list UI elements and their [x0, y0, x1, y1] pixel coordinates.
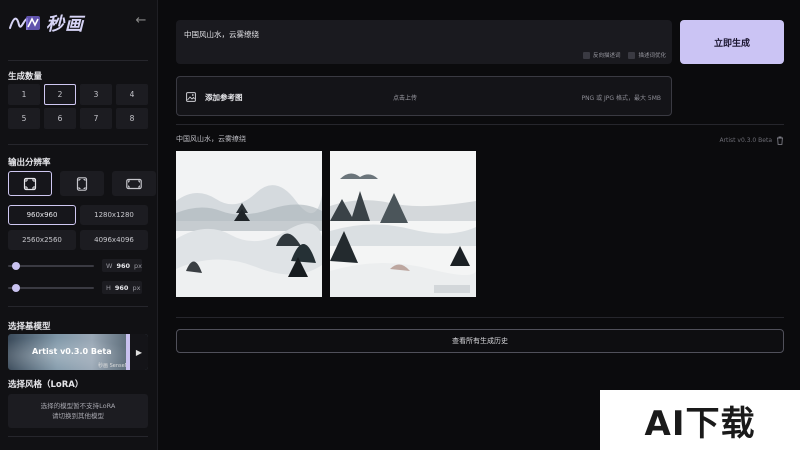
negative-prompt-label: 反向描述词: [592, 53, 621, 59]
lora-notice: 选择的模型暂不支持LoRA 请切换到其他模型: [8, 394, 148, 428]
count-option-7[interactable]: 7: [80, 108, 112, 129]
negative-prompt-option[interactable]: 反向描述词: [582, 51, 621, 59]
result-image[interactable]: [330, 151, 476, 297]
result-prompt: 中国风山水，云雾缭绕: [176, 135, 246, 143]
resolution-option[interactable]: 1280x1280: [80, 205, 148, 225]
aspect-portrait-button[interactable]: [60, 171, 104, 196]
square-icon: [23, 177, 37, 190]
model-selector[interactable]: Artist v0.3.0 Beta 秒画 SenseMirage ▶: [8, 334, 148, 370]
lora-notice-line: 选择的模型暂不支持LoRA: [40, 402, 116, 410]
history-button[interactable]: 查看所有生成历史: [176, 329, 784, 353]
checkbox-icon[interactable]: [582, 51, 590, 59]
count-option-8[interactable]: 8: [116, 108, 148, 129]
count-option-6[interactable]: 6: [44, 108, 76, 129]
width-unit: px: [134, 261, 142, 270]
divider: [8, 436, 148, 437]
prompt-options: 反向描述词 描述词优化: [582, 51, 666, 59]
height-unit: px: [132, 283, 141, 292]
count-label: 生成数量: [8, 72, 43, 82]
optimize-prompt-option[interactable]: 描述词优化: [628, 51, 666, 59]
lora-label: 选择风格（LoRA）: [8, 380, 84, 390]
width-slider[interactable]: [8, 261, 94, 270]
aspect-ratio-row: [8, 171, 156, 196]
chevron-right-icon[interactable]: ▶: [130, 334, 148, 370]
width-input[interactable]: W 960 px: [102, 259, 142, 272]
height-slider-row: H 960 px: [8, 281, 142, 294]
result-model: Artist v0.3.0 Beta: [719, 137, 772, 144]
resolution-option[interactable]: 2560x2560: [8, 230, 76, 250]
resolution-label: 输出分辨率: [8, 158, 51, 168]
optimize-prompt-label: 描述词优化: [638, 53, 666, 59]
brand-name: 秒画: [46, 14, 84, 35]
checkbox-icon[interactable]: [628, 51, 636, 59]
width-value: 960: [116, 261, 131, 270]
brand-wave-icon: [9, 16, 40, 30]
divider: [8, 144, 148, 145]
divider: [176, 124, 784, 125]
count-option-1[interactable]: 1: [8, 84, 40, 105]
upload-title: 添加参考图: [205, 93, 243, 102]
width-slider-row: W 960 px: [8, 259, 142, 272]
prompt-input[interactable]: 中国风山水，云雾缭绕 反向描述词 描述词优化: [176, 20, 672, 64]
upload-click-text[interactable]: 点击上传: [393, 93, 417, 102]
width-label: W: [106, 261, 113, 270]
landscape-painting: [330, 151, 476, 297]
divider: [8, 60, 148, 61]
count-option-5[interactable]: 5: [8, 108, 40, 129]
reference-upload[interactable]: 添加参考图 点击上传 PNG 或 JPG 格式，最大 5MB: [176, 76, 672, 116]
height-slider-thumb[interactable]: [12, 283, 20, 292]
result-meta: Artist v0.3.0 Beta: [719, 136, 784, 145]
sidebar: 秒画 ← 生成数量 1 2 3 4 5 6 7 8 输出分辨率 960x960 …: [0, 0, 158, 450]
count-option-4[interactable]: 4: [116, 84, 148, 105]
logo: 秒画: [8, 10, 84, 36]
landscape-icon: [126, 178, 142, 189]
resolution-grid: 960x960 1280x1280 2560x2560 4096x4096: [8, 205, 148, 250]
height-value: 960: [114, 283, 129, 292]
landscape-painting: [176, 151, 322, 297]
portrait-icon: [76, 176, 88, 191]
prompt-text[interactable]: 中国风山水，云雾缭绕: [184, 29, 259, 40]
lora-notice-line: 请切换到其他模型: [52, 412, 104, 420]
collapse-sidebar-icon[interactable]: ←: [134, 14, 148, 28]
resolution-option[interactable]: 4096x4096: [80, 230, 148, 250]
generate-button[interactable]: 立即生成: [680, 20, 784, 64]
divider: [8, 306, 148, 307]
model-name: Artist v0.3.0 Beta: [32, 347, 112, 356]
image-icon: [186, 92, 196, 102]
height-slider[interactable]: [8, 283, 94, 292]
width-slider-thumb[interactable]: [12, 261, 20, 270]
model-label: 选择基模型: [8, 322, 51, 332]
aspect-square-button[interactable]: [8, 171, 52, 196]
watermark: AI下载: [600, 390, 800, 450]
aspect-landscape-button[interactable]: [112, 171, 156, 196]
divider: [176, 317, 784, 318]
resolution-option[interactable]: 960x960: [8, 205, 76, 225]
trash-icon[interactable]: [776, 136, 784, 145]
count-option-3[interactable]: 3: [80, 84, 112, 105]
count-grid: 1 2 3 4 5 6 7 8: [8, 84, 148, 129]
height-label: H: [106, 283, 111, 292]
height-input[interactable]: H 960 px: [102, 281, 142, 294]
result-image[interactable]: [176, 151, 322, 297]
count-option-2[interactable]: 2: [44, 84, 76, 105]
upload-hint: PNG 或 JPG 格式，最大 5MB: [581, 95, 661, 102]
